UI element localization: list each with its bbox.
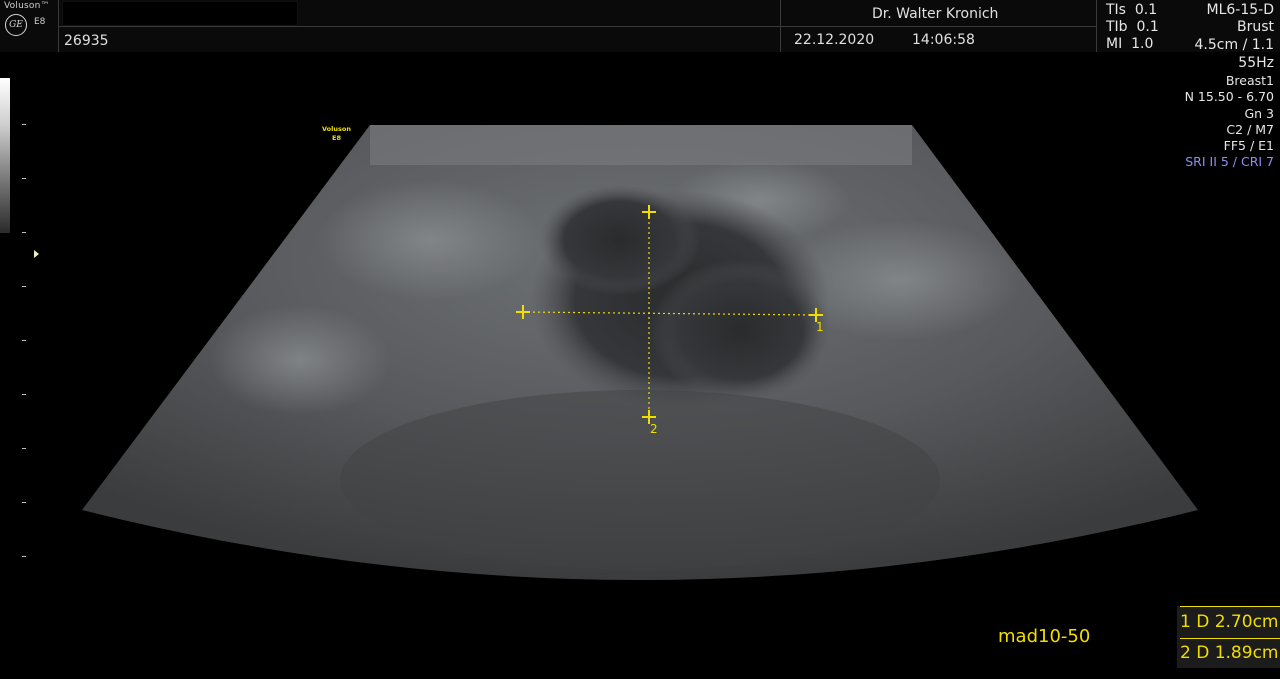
measurement-1: 1 D 2.70cm (1180, 612, 1279, 632)
caliper-label-1: 1 (816, 320, 824, 334)
measurement-2: 2 D 1.89cm (1180, 643, 1279, 663)
image-logo: Voluson E8 (322, 125, 351, 143)
scan-label: mad10-50 (998, 626, 1091, 647)
measurement-divider (1180, 638, 1280, 639)
caliper-label-2: 2 (650, 422, 658, 436)
ultrasound-image (82, 125, 1198, 580)
image-logo-brand: Voluson (322, 125, 351, 133)
measurement-divider (1180, 606, 1280, 607)
image-logo-model: E8 (332, 134, 341, 142)
